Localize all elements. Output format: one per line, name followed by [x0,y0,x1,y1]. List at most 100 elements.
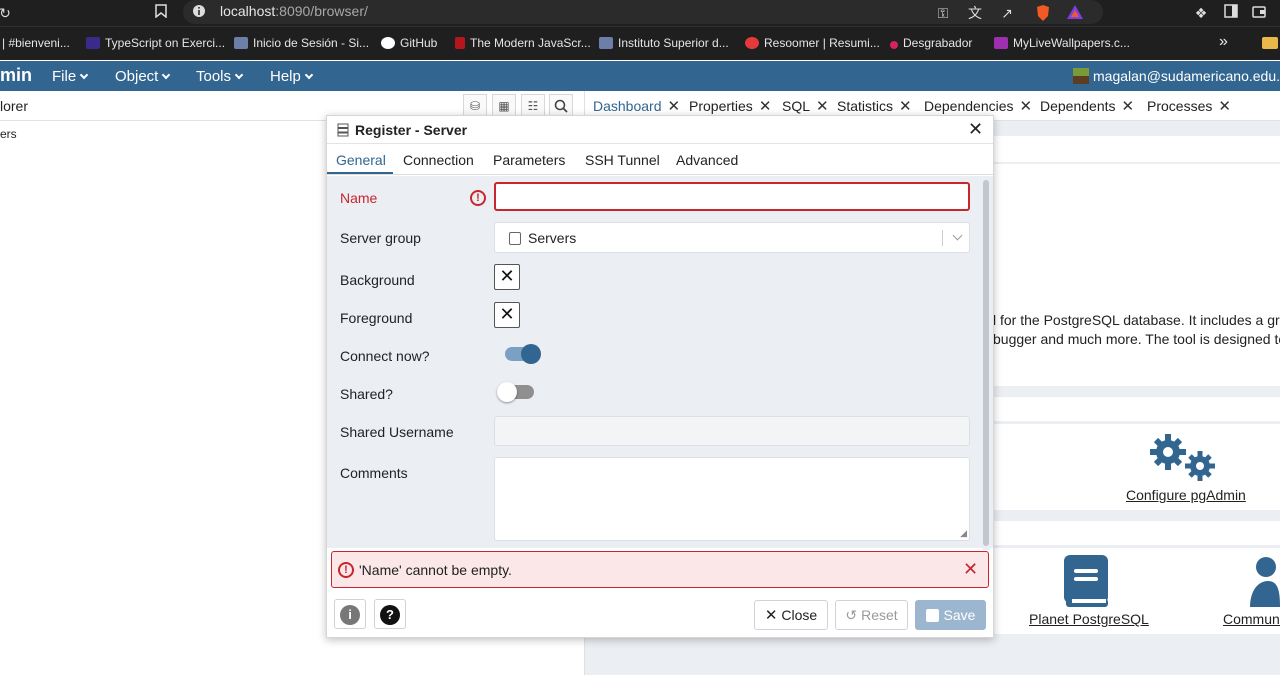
bookmark-item[interactable]: Resoomer | Resumi... [745,36,880,50]
gears-icon[interactable] [1148,430,1220,489]
bookmark-favicon [234,37,248,49]
close-icon[interactable]: ✕ [899,98,912,115]
close-icon: ✕ [764,607,778,624]
chevron-down-icon [304,70,314,80]
bookmark-item[interactable]: Instituto Superior d... [599,36,729,50]
avatar [1073,68,1089,84]
save-button[interactable]: Save [915,600,986,630]
folder-icon[interactable] [1262,36,1280,50]
tab-dependents[interactable]: Dependents ✕ [1040,97,1134,115]
tab-ssh-tunnel[interactable]: SSH Tunnel [585,152,660,168]
bookmark-item[interactable]: GitHub [381,36,437,50]
shared-label: Shared? [340,386,393,402]
info-icon: i [340,605,360,625]
server-group-select[interactable]: Servers [494,222,970,253]
error-icon: ! [338,562,354,578]
tab-processes[interactable]: Processes ✕ [1147,97,1231,115]
community-icon[interactable] [1248,555,1280,612]
foreground-color-picker[interactable]: ✕ [494,302,520,328]
connect-now-label: Connect now? [340,348,430,364]
info-button[interactable]: i [334,599,366,629]
servers-icon [509,232,521,245]
background-label: Background [340,272,415,288]
tab-general[interactable]: General [336,152,386,168]
server-group-value: Servers [528,230,577,246]
brave-shield-icon[interactable] [1034,4,1052,22]
close-icon[interactable]: ✕ [1020,98,1033,115]
password-key-icon[interactable]: ⚿ [934,4,952,22]
menu-help[interactable]: Help [270,68,314,85]
welcome-text: l for the PostgreSQL database. It includ… [993,312,1280,347]
bookmark-item[interactable]: | #bienveni... [2,36,70,50]
shared-username-input [494,416,970,446]
translate-icon[interactable]: 文 [966,4,984,22]
help-button[interactable]: ? [374,599,406,629]
explorer-title: lorer [0,98,29,114]
bookmark-item[interactable]: Inicio de Sesión - Si... [234,36,369,50]
planet-postgresql-link[interactable]: Planet PostgreSQL [1029,611,1149,627]
close-icon[interactable]: ✕ [668,98,681,115]
site-info-icon[interactable] [190,4,208,22]
dialog-header[interactable]: Register - Server ✕ [327,116,993,144]
bookmarks-bar: | #bienveni... TypeScript on Exerci... I… [0,26,1280,60]
close-icon[interactable]: ✕ [963,559,978,580]
tree-item-servers[interactable]: ers [0,127,17,141]
book-icon[interactable] [1062,555,1110,612]
name-input[interactable] [494,182,970,211]
tab-connection[interactable]: Connection [403,152,474,168]
bookmark-item[interactable]: TypeScript on Exerci... [86,36,225,50]
chevron-down-icon [162,70,171,80]
menu-tools[interactable]: Tools [196,68,244,85]
dialog-title: Register - Server [355,122,468,138]
bookmark-item[interactable]: MyLiveWallpapers.c... [994,36,1130,50]
bookmark-favicon [994,37,1008,49]
share-icon[interactable]: ↗ [998,4,1016,22]
close-icon[interactable]: ✕ [816,98,829,115]
chevron-down-icon[interactable] [952,230,963,241]
tab-parameters[interactable]: Parameters [493,152,565,168]
dialog-close-icon[interactable]: ✕ [968,119,983,140]
bookmark-favicon [745,37,759,49]
bookmark-icon[interactable] [152,4,170,22]
menu-file[interactable]: File [52,68,89,85]
extensions-icon[interactable]: ❖ [1192,4,1210,22]
comments-textarea[interactable]: ◢ [494,457,970,541]
resize-handle-icon[interactable]: ◢ [960,528,967,539]
bookmark-favicon [890,41,898,49]
bookmark-item[interactable]: Desgrabador [890,36,972,50]
user-menu[interactable]: magalan@sudamericano.edu. [1073,68,1280,84]
scrollbar-thumb[interactable] [983,180,989,546]
connect-now-toggle[interactable] [505,344,541,364]
error-message: 'Name' cannot be empty. [359,562,512,578]
close-button[interactable]: ✕ Close [754,600,828,630]
reload-icon[interactable]: ↻ [0,4,14,22]
wallet-icon[interactable] [1250,4,1268,22]
shared-toggle[interactable] [497,382,534,402]
sidebar-toggle-icon[interactable] [1222,4,1240,22]
background-color-picker[interactable]: ✕ [494,264,520,290]
tab-dashboard[interactable]: Dashboard ✕ [593,97,680,115]
tab-advanced[interactable]: Advanced [676,152,738,168]
app-menu-bar: min File Object Tools Help magalan@sudam… [0,61,1280,91]
reset-button[interactable]: ↺ Reset [835,600,908,630]
tab-sql[interactable]: SQL ✕ [782,97,829,115]
comments-label: Comments [340,465,408,481]
bookmarks-overflow-button[interactable]: » [1219,33,1228,51]
url-text[interactable]: localhost:8090/browser/ [220,3,368,19]
community-link[interactable]: Communi [1223,611,1280,627]
menu-object[interactable]: Object [115,68,171,85]
tab-statistics[interactable]: Statistics ✕ [837,97,912,115]
tab-properties[interactable]: Properties ✕ [689,97,771,115]
github-icon [381,37,395,49]
bookmark-item[interactable]: The Modern JavaScr... [455,36,591,50]
configure-pgadmin-link[interactable]: Configure pgAdmin [1126,487,1246,503]
tab-dependencies[interactable]: Dependencies ✕ [924,97,1032,115]
close-icon[interactable]: ✕ [1218,98,1231,115]
close-icon[interactable]: ✕ [759,98,772,115]
close-icon[interactable]: ✕ [1122,98,1135,115]
save-icon [925,609,939,622]
dialog-tab-bar: General Connection Parameters SSH Tunnel… [327,145,993,175]
brave-rewards-icon[interactable] [1066,4,1084,22]
quick-links-header [993,397,1280,421]
toggle-knob [521,344,541,364]
